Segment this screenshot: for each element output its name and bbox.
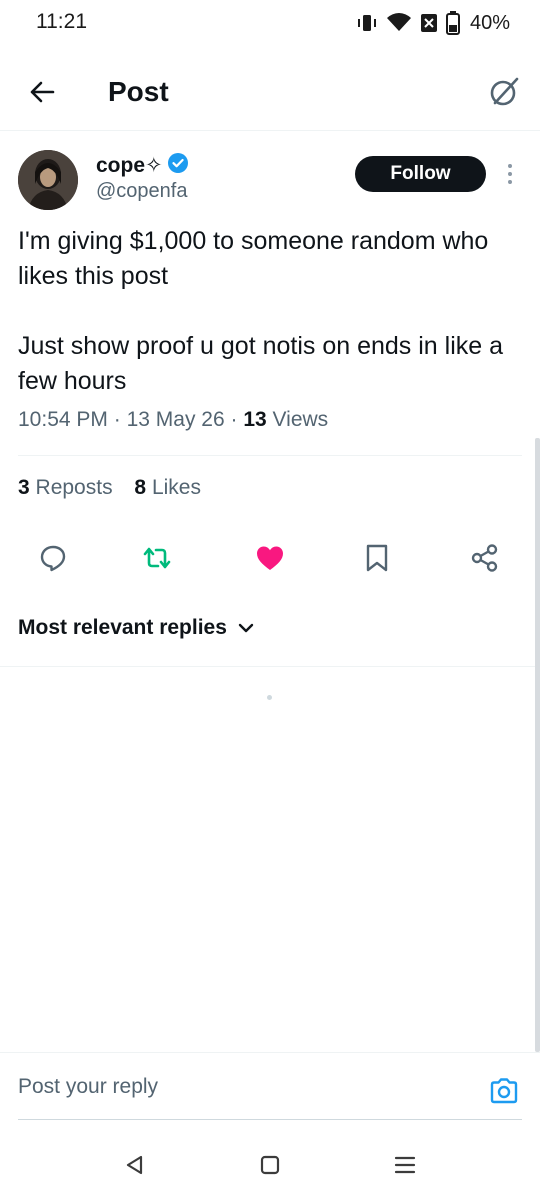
menu-icon [394,1156,416,1174]
more-dot [508,180,512,184]
divider [0,666,540,667]
page-title: Post [108,76,169,107]
likes-stat[interactable]: 8 Likes [134,476,201,500]
views-label: Views [272,408,329,431]
battery-icon [445,11,460,35]
post-meta: 10:54 PM · 13 May 26 · 13 Views [18,408,328,432]
arrow-left-icon [30,81,55,103]
reply-input[interactable] [18,1075,468,1099]
meta-separator: · [113,408,121,431]
loading-indicator [267,695,272,700]
wifi-icon [386,12,412,34]
repost-icon [143,547,171,569]
home-square-icon [260,1155,280,1175]
reposts-stat[interactable]: 3 Reposts [18,476,113,500]
post-time[interactable]: 10:54 PM [18,408,108,431]
back-triangle-icon [126,1155,143,1175]
likes-label: Likes [151,476,201,499]
grok-icon [490,77,519,106]
action-bar [0,536,540,580]
meta-separator: · [230,408,238,431]
scrollbar[interactable] [535,438,540,1052]
like-icon [257,546,283,570]
bookmark-button[interactable] [355,536,399,580]
replies-sort-dropdown[interactable]: Most relevant replies [18,616,255,640]
header: Post [0,56,540,128]
battery-percentage: 40% [469,11,510,34]
chevron-down-icon [238,623,254,633]
camera-button[interactable] [488,1075,520,1107]
system-navigation-bar [0,1130,540,1200]
engagement-stats: 3 Reposts 8 Likes [18,476,201,500]
reposts-label: Reposts [35,476,113,499]
reply-icon [40,545,66,572]
header-divider [0,130,540,131]
bookmark-icon [366,544,388,572]
status-bar: 11:21 40% [0,0,540,48]
no-sim-icon [420,12,438,34]
more-dot [508,164,512,168]
reply-button[interactable] [31,536,75,580]
replies-sort-label: Most relevant replies [18,616,227,639]
more-dot [508,172,512,176]
post-text: I'm giving $1,000 to someone random who … [18,227,504,395]
like-button[interactable] [248,536,292,580]
follow-button[interactable]: Follow [355,156,486,192]
verified-badge-icon [167,152,189,179]
more-options-button[interactable] [500,160,520,188]
share-button[interactable] [463,536,507,580]
views-count: 13 [243,408,267,431]
likes-count: 8 [134,476,147,499]
reply-composer [0,1052,540,1124]
system-back-button[interactable] [115,1150,155,1180]
divider [18,455,522,456]
system-home-button[interactable] [250,1150,290,1180]
post-date[interactable]: 13 May 26 [127,408,225,431]
grok-button[interactable] [484,72,524,112]
status-time: 11:21 [36,10,87,33]
repost-button[interactable] [135,536,179,580]
author-name-row[interactable]: cope✧ [96,152,189,179]
status-icons: 40% [356,10,510,36]
vibrate-icon [356,12,378,34]
back-button[interactable] [22,72,62,112]
author-name: cope✧ [96,154,163,177]
author-handle[interactable]: @copenfa [96,180,187,203]
reply-underline [18,1119,522,1120]
system-recents-button[interactable] [385,1150,425,1180]
share-icon [471,544,498,572]
camera-icon [490,1078,518,1104]
avatar[interactable] [18,150,78,210]
reposts-count: 3 [18,476,30,499]
